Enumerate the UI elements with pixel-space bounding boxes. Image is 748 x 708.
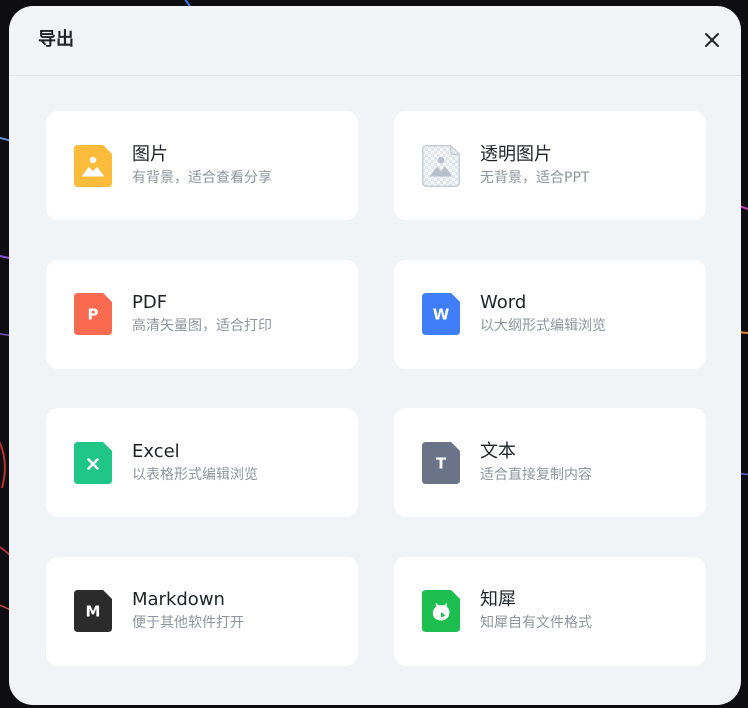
option-title: Excel bbox=[132, 440, 180, 462]
file-shape bbox=[422, 144, 460, 187]
excel-file-icon bbox=[74, 441, 112, 484]
markdown-file-icon: M bbox=[74, 590, 112, 632]
option-title: 图片 bbox=[132, 143, 168, 165]
export-option-word[interactable]: W Word 以大纲形式编辑浏览 bbox=[394, 259, 706, 369]
option-description: 以表格形式编辑浏览 bbox=[132, 466, 258, 483]
file-fold bbox=[103, 590, 112, 599]
export-options-grid: 图片 有背景，适合查看分享 透明图片 无背景，适合PPT P PDF 高清矢量图… bbox=[46, 111, 706, 666]
option-description: 便于其他软件打开 bbox=[132, 615, 244, 631]
file-fold bbox=[451, 590, 460, 599]
zhixi-file-icon bbox=[422, 590, 460, 632]
option-title: 知犀 bbox=[480, 589, 516, 610]
header-divider bbox=[9, 75, 741, 76]
option-title: Word bbox=[480, 292, 527, 313]
option-text: 知犀 知犀自有文件格式 bbox=[480, 589, 592, 633]
export-dialog: 导出 图片 有背景，适合查看分享 透明图片 无背景，适合PPT P PDF 高清… bbox=[9, 6, 741, 705]
option-text: 透明图片 无背景，适合PPT bbox=[480, 144, 589, 188]
text-file-icon: T bbox=[422, 441, 460, 484]
file-fold bbox=[451, 293, 460, 302]
option-title: PDF bbox=[132, 292, 168, 313]
option-text: PDF 高清矢量图，适合打印 bbox=[132, 292, 272, 336]
option-text: Markdown 便于其他软件打开 bbox=[132, 589, 244, 633]
export-option-text[interactable]: T 文本 适合直接复制内容 bbox=[394, 408, 706, 517]
option-title: 文本 bbox=[480, 440, 516, 462]
transparent-image-file-icon bbox=[422, 144, 460, 187]
background-line bbox=[0, 441, 6, 489]
option-description: 以大纲形式编辑浏览 bbox=[480, 318, 606, 334]
export-option-image[interactable]: 图片 有背景，适合查看分享 bbox=[46, 111, 358, 220]
file-glyph: W bbox=[433, 306, 450, 324]
export-option-pdf[interactable]: P PDF 高清矢量图，适合打印 bbox=[46, 259, 358, 369]
option-text: 文本 适合直接复制内容 bbox=[480, 441, 592, 485]
option-description: 有背景，适合查看分享 bbox=[132, 169, 272, 186]
pdf-file-icon: P bbox=[74, 293, 112, 335]
option-text: Excel 以表格形式编辑浏览 bbox=[132, 441, 258, 485]
close-button[interactable] bbox=[700, 28, 724, 52]
export-option-markdown[interactable]: M Markdown 便于其他软件打开 bbox=[46, 556, 358, 666]
export-option-zhixi[interactable]: 知犀 知犀自有文件格式 bbox=[394, 556, 706, 666]
word-file-icon: W bbox=[422, 293, 460, 335]
option-text: Word 以大纲形式编辑浏览 bbox=[480, 292, 606, 336]
file-glyph: P bbox=[88, 306, 99, 324]
file-glyph: M bbox=[86, 603, 101, 621]
close-icon-stroke bbox=[705, 33, 719, 47]
file-fold bbox=[103, 293, 112, 302]
file-glyph: T bbox=[436, 454, 447, 472]
export-option-transparent-image[interactable]: 透明图片 无背景，适合PPT bbox=[394, 111, 706, 220]
export-option-excel[interactable]: Excel 以表格形式编辑浏览 bbox=[46, 408, 358, 517]
image-file-icon bbox=[74, 144, 112, 187]
option-description: 高清矢量图，适合打印 bbox=[132, 318, 272, 334]
file-fold bbox=[103, 144, 112, 154]
file-fold bbox=[103, 441, 112, 451]
option-title: Markdown bbox=[132, 589, 225, 610]
dialog-header: 导出 bbox=[9, 6, 741, 75]
file-fold bbox=[451, 441, 460, 451]
option-title: 透明图片 bbox=[480, 143, 552, 165]
option-description: 适合直接复制内容 bbox=[480, 466, 592, 483]
dialog-title: 导出 bbox=[38, 29, 74, 50]
option-description: 知犀自有文件格式 bbox=[480, 615, 592, 631]
option-description: 无背景，适合PPT bbox=[480, 169, 590, 186]
sun-glyph bbox=[89, 156, 97, 163]
option-text: 图片 有背景，适合查看分享 bbox=[132, 144, 272, 188]
sun-glyph bbox=[437, 156, 445, 163]
close-icon bbox=[705, 33, 719, 47]
